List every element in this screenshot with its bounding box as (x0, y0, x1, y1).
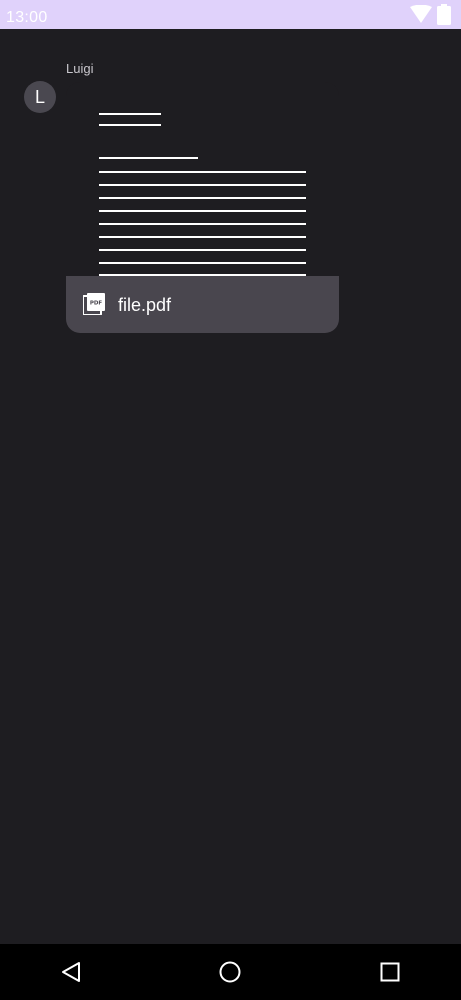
recents-icon[interactable] (377, 959, 403, 985)
svg-text:PDF: PDF (90, 301, 103, 307)
preview-line (99, 113, 161, 115)
preview-line (99, 124, 161, 126)
back-icon[interactable] (58, 959, 84, 985)
preview-line (99, 236, 306, 238)
avatar[interactable]: L (24, 81, 56, 113)
preview-line (99, 249, 306, 251)
pdf-icon: PDF (83, 293, 105, 315)
status-bar: 13:00 (0, 0, 461, 29)
navigation-bar (0, 944, 461, 1000)
preview-line (99, 223, 306, 225)
home-icon[interactable] (217, 959, 243, 985)
file-name: file.pdf (118, 295, 172, 315)
pdf-preview-thumbnail (66, 82, 339, 276)
preview-line (99, 262, 306, 264)
wifi-icon (410, 5, 432, 23)
preview-line (99, 210, 306, 212)
preview-line (99, 184, 306, 186)
pdf-attachment[interactable]: PDF file.pdf (66, 82, 339, 333)
preview-line (99, 171, 306, 173)
status-time: 13:00 (6, 9, 48, 26)
battery-icon (437, 4, 451, 25)
file-info-bar[interactable]: PDF file.pdf (66, 276, 339, 333)
preview-line (99, 197, 306, 199)
preview-line (99, 157, 198, 159)
sender-name: Luigi (66, 61, 94, 76)
